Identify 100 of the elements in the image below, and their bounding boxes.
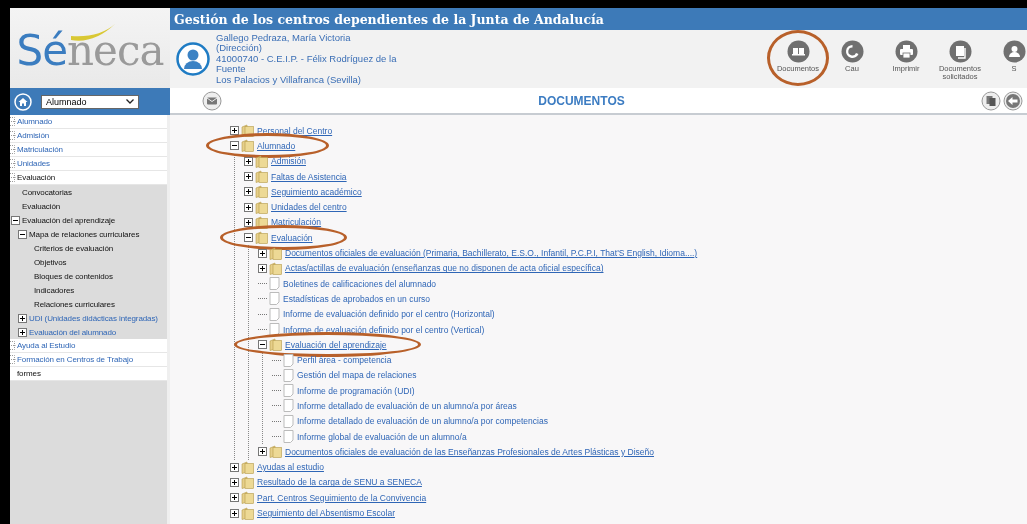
- folder-link[interactable]: Faltas de Asistencia: [271, 171, 347, 182]
- expand-icon[interactable]: [258, 248, 267, 258]
- back-arrow-icon[interactable]: [1003, 90, 1023, 111]
- module-select[interactable]: Alumnado: [41, 94, 139, 109]
- tree-toggle-icon[interactable]: [10, 131, 16, 140]
- document-link[interactable]: Estadísticas de aprobados en un curso: [283, 293, 430, 304]
- folder-link[interactable]: Alumnado: [257, 140, 296, 151]
- home-icon[interactable]: [14, 92, 32, 111]
- sidebar-item[interactable]: Bloques de contenidos: [34, 271, 113, 281]
- folder-link[interactable]: Documentos oficiales de evaluación (Primaria, Bachillerato, E.S.O., Infantil, P.C.P.I, That'S English, Idioma....): [285, 248, 698, 258]
- folder-link[interactable]: Seguimiento académico: [271, 186, 362, 197]
- user-info-line: (Dirección): [216, 43, 263, 54]
- expand-icon[interactable]: [230, 477, 239, 487]
- expand-icon[interactable]: [244, 202, 253, 212]
- document-link[interactable]: Informe de evaluación definido por el centro (Vertical): [283, 324, 485, 335]
- mail-icon[interactable]: [202, 90, 222, 111]
- folder-icon: [241, 139, 254, 153]
- folder-link[interactable]: Evaluación: [271, 232, 313, 243]
- tree-toggle-icon[interactable]: [10, 117, 16, 126]
- expand-icon[interactable]: [244, 156, 253, 166]
- collapse-icon[interactable]: [230, 141, 239, 151]
- sidebar-item[interactable]: Objetivos: [34, 257, 67, 267]
- sidebar-item[interactable]: Evaluación del alumnado: [29, 327, 117, 337]
- sidebar-item[interactable]: formes: [10, 369, 41, 378]
- expand-icon[interactable]: [258, 263, 267, 273]
- user-info-line: Gallego Pedraza, María Victoria: [216, 32, 352, 44]
- document-link[interactable]: Boletines de calificaciones del alumnado: [283, 278, 437, 289]
- folder-link[interactable]: Matriculación: [271, 217, 322, 228]
- expand-icon[interactable]: [244, 187, 253, 197]
- folder-link[interactable]: Actas/actillas de evaluación (enseñanzas que no disponen de acta oficial específica): [285, 263, 604, 274]
- sidebar-item[interactable]: UDI (Unidades didácticas integradas): [29, 313, 158, 323]
- sidebar-item[interactable]: Indicadores: [34, 285, 75, 295]
- expand-icon[interactable]: [230, 508, 239, 518]
- collapse-icon[interactable]: [258, 340, 267, 350]
- folder-icon: [255, 231, 268, 245]
- sidebar-item[interactable]: Admisión: [17, 131, 50, 140]
- collapse-icon[interactable]: [18, 229, 27, 239]
- document-link[interactable]: Informe de programación (UDI): [297, 385, 415, 396]
- copy-icon[interactable]: [981, 90, 1001, 111]
- document-link[interactable]: Gestión del mapa de relaciones: [297, 370, 417, 381]
- sidebar-item[interactable]: Mapa de relaciones curriculares: [29, 229, 140, 239]
- tree-toggle-icon[interactable]: [10, 173, 16, 182]
- expand-icon[interactable]: [230, 126, 239, 136]
- sidebar-item[interactable]: Criterios de evaluación: [34, 243, 114, 253]
- folder-link[interactable]: Resultado de la carga de SENU a SENECA: [257, 477, 422, 488]
- folder-icon: [269, 246, 282, 260]
- document-icon: [283, 353, 294, 367]
- folder-icon: [269, 261, 282, 275]
- folder-link[interactable]: Documentos oficiales de evaluación de las Enseñanzas Profesionales de Artes Plásticas y Diseño: [285, 446, 654, 457]
- folder-link[interactable]: Admisión: [271, 156, 306, 167]
- folder-link[interactable]: Unidades del centro: [271, 202, 347, 213]
- sidebar-item[interactable]: Unidades: [17, 159, 50, 168]
- document-icon: [283, 368, 294, 382]
- document-icon: [269, 307, 280, 321]
- expand-icon[interactable]: [244, 172, 253, 182]
- tree-toggle-icon[interactable]: [10, 355, 16, 364]
- document-link[interactable]: Informe detallado de evaluación de un alumno/a por áreas: [297, 401, 517, 411]
- page-title: DOCUMENTOS: [537, 93, 626, 108]
- expand-icon[interactable]: [18, 327, 27, 337]
- folder-icon: [269, 338, 282, 352]
- collapse-icon[interactable]: [244, 233, 253, 243]
- expand-icon[interactable]: [244, 217, 253, 227]
- document-link[interactable]: Informe detallado de evaluación de un alumno/a por competencias: [297, 416, 548, 427]
- sidebar-item[interactable]: Evaluación del aprendizaje: [22, 215, 116, 225]
- sidebar-item[interactable]: Matriculación: [17, 145, 63, 154]
- document-icon: [269, 323, 280, 336]
- user-avatar-icon: [176, 42, 210, 76]
- expand-icon[interactable]: [230, 462, 239, 472]
- sidebar-item[interactable]: Relaciones curriculares: [34, 299, 115, 309]
- sidebar-item[interactable]: Evaluación: [17, 173, 56, 182]
- folder-icon: [241, 475, 254, 489]
- document-link[interactable]: Informe de evaluación definido por el centro (Horizontal): [283, 309, 495, 320]
- toolbar-icon: [948, 39, 972, 63]
- expand-icon[interactable]: [230, 493, 239, 503]
- tree-toggle-icon[interactable]: [10, 145, 16, 154]
- toolbar-icon: [840, 39, 864, 63]
- document-icon: [283, 414, 294, 428]
- user-info-line: Los Palacios y Villafranca (Sevilla): [216, 74, 363, 86]
- tree-toggle-icon[interactable]: [10, 341, 16, 350]
- document-link[interactable]: Informe global de evaluación de un alumno/a: [297, 431, 467, 442]
- sidebar-item[interactable]: Alumnado: [17, 117, 53, 126]
- document-icon: [283, 430, 294, 444]
- sidebar-item[interactable]: Convocatorias: [22, 187, 72, 197]
- sidebar-item[interactable]: Evaluación: [22, 201, 61, 211]
- toolbar-icon: [1002, 39, 1026, 63]
- collapse-icon[interactable]: [11, 215, 20, 225]
- document-link[interactable]: Perfil área - competencia: [297, 355, 392, 366]
- tree-toggle-icon[interactable]: [10, 159, 16, 168]
- folder-link[interactable]: Seguimiento del Absentismo Escolar: [257, 508, 395, 519]
- expand-icon[interactable]: [258, 447, 267, 457]
- toolbar-icon: [786, 39, 810, 63]
- folder-icon: [255, 154, 268, 168]
- folder-link[interactable]: Ayudas al estudio: [257, 462, 324, 473]
- expand-icon[interactable]: [18, 313, 27, 323]
- user-info-line: 41000740 - C.E.I.P. - Félix Rodríguez de la Fuente: [216, 53, 398, 75]
- folder-link[interactable]: Part. Centros Seguimiento de la Convivencia: [257, 492, 427, 503]
- document-icon: [283, 399, 294, 413]
- folder-link[interactable]: Evaluación del aprendizaje: [285, 339, 387, 350]
- folder-link[interactable]: Personal del Centro: [257, 125, 333, 136]
- seneca-logo: Séneca: [16, 22, 164, 75]
